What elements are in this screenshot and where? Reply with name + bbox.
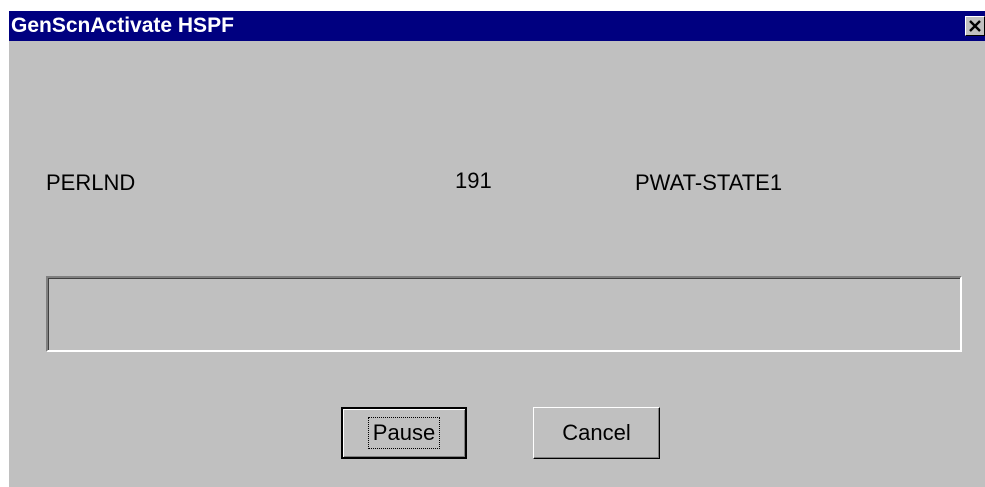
title-bar[interactable]: GenScnActivate HSPF xyxy=(9,11,985,41)
operation-label: PERLND xyxy=(46,170,136,195)
section-label: PWAT-STATE1 xyxy=(635,170,783,195)
cancel-button[interactable]: Cancel xyxy=(533,407,660,459)
close-icon xyxy=(969,20,981,32)
operation-id-label: 191 xyxy=(455,168,492,193)
progress-bar xyxy=(46,276,962,352)
pause-button[interactable]: Pause xyxy=(341,407,467,459)
cancel-button-label: Cancel xyxy=(562,420,631,445)
pause-button-label: Pause xyxy=(367,417,441,449)
close-button[interactable] xyxy=(965,16,985,36)
window-title: GenScnActivate HSPF xyxy=(11,14,234,37)
dialog-window: GenScnActivate HSPF PERLND 191 PWAT-STAT… xyxy=(9,11,985,487)
